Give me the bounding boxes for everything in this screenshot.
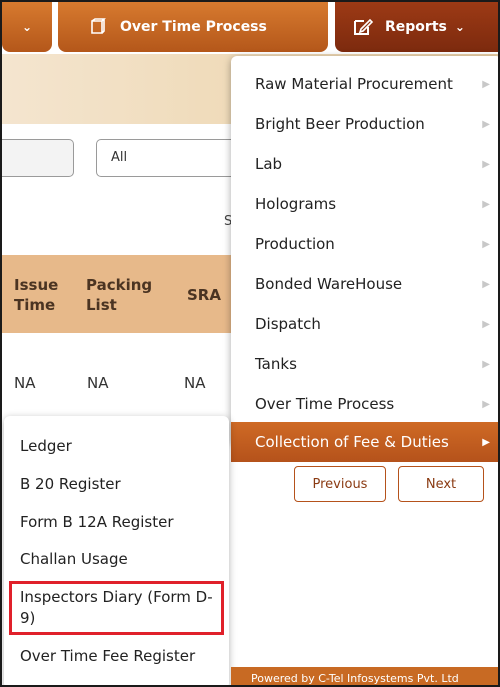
menu-item-label: Over Time Process <box>255 395 395 413</box>
chevron-right-icon: ▶ <box>482 198 490 210</box>
chevron-right-icon: ▶ <box>482 118 490 130</box>
submenu-item-over-time-fee-register[interactable]: Over Time Fee Register <box>20 646 220 667</box>
chevron-right-icon: ▶ <box>482 318 490 330</box>
menu-item-label: Lab <box>255 155 283 173</box>
chevron-down-icon: ⌄ <box>21 20 33 34</box>
menu-item-tanks[interactable]: Tanks ▶ <box>231 344 498 384</box>
chevron-down-icon: ⌄ <box>454 20 465 34</box>
filter-input[interactable] <box>2 139 74 177</box>
chevron-right-icon: ▶ <box>482 358 490 370</box>
menu-item-bonded-warehouse[interactable]: Bonded WareHouse ▶ <box>231 264 498 304</box>
submenu-item-b20-register[interactable]: B 20 Register <box>20 474 220 495</box>
table-cell: NA <box>184 374 206 392</box>
menu-item-label: Raw Material Procurement <box>255 75 453 93</box>
menu-item-production[interactable]: Production ▶ <box>231 224 498 264</box>
reports-label: Reports <box>385 19 447 35</box>
menu-item-collection-of-fee-duties[interactable]: Collection of Fee & Duties ▶ <box>231 422 498 462</box>
menu-item-label: Bonded WareHouse <box>255 275 403 293</box>
column-header-packing-list: Packing List <box>86 276 153 314</box>
collection-fee-submenu: Ledger B 20 Register Form B 12A Register… <box>4 416 229 685</box>
menu-item-dispatch[interactable]: Dispatch ▶ <box>231 304 498 344</box>
cube-icon <box>88 18 108 36</box>
column-header-issue-time: Issue Time <box>14 276 59 314</box>
previous-button[interactable]: Previous <box>294 466 386 502</box>
submenu-item-inspectors-diary[interactable]: Inspectors Diary (Form D-9) <box>9 581 224 635</box>
submenu-item-challan-usage[interactable]: Challan Usage <box>20 549 220 570</box>
menu-item-bright-beer-production[interactable]: Bright Beer Production ▶ <box>231 104 498 144</box>
chevron-right-icon: ▶ <box>482 398 490 410</box>
chevron-right-icon: ▶ <box>482 238 490 250</box>
status-select[interactable]: All <box>96 139 246 177</box>
footer: Powered by C-Tel Infosystems Pvt. Ltd <box>231 667 498 685</box>
column-header-sra: SRA <box>187 286 221 304</box>
menu-item-label: Dispatch <box>255 315 321 333</box>
chevron-right-icon: ▶ <box>482 278 490 290</box>
table-header: Issue Time Packing List SRA <box>2 255 242 333</box>
menu-item-label: Collection of Fee & Duties <box>255 433 449 451</box>
menu-item-label: Production <box>255 235 335 253</box>
chevron-right-icon: ▶ <box>482 78 490 90</box>
next-button[interactable]: Next <box>398 466 484 502</box>
app-frame: ⌄ Over Time Process Reports ⌄ All S Issu… <box>0 0 500 687</box>
chevron-right-icon: ▶ <box>482 158 490 170</box>
submenu-item-ledger[interactable]: Ledger <box>20 436 220 457</box>
edit-report-icon <box>353 18 374 36</box>
overtime-process-nav[interactable]: Over Time Process <box>58 2 328 52</box>
table-cell: NA <box>14 374 36 392</box>
chevron-right-icon: ▶ <box>482 436 490 448</box>
table-cell: NA <box>87 374 109 392</box>
reports-nav[interactable]: Reports ⌄ <box>335 2 498 52</box>
submenu-item-form-b12a-register[interactable]: Form B 12A Register <box>20 512 220 533</box>
menu-item-label: Tanks <box>255 355 297 373</box>
menu-item-holograms[interactable]: Holograms ▶ <box>231 184 498 224</box>
overtime-process-label: Over Time Process <box>120 19 267 35</box>
nav-dropdown-button[interactable]: ⌄ <box>2 2 52 52</box>
menu-item-label: Holograms <box>255 195 337 213</box>
menu-item-label: Bright Beer Production <box>255 115 425 133</box>
menu-item-over-time-process[interactable]: Over Time Process ▶ <box>231 384 498 424</box>
menu-item-raw-material-procurement[interactable]: Raw Material Procurement ▶ <box>231 64 498 104</box>
top-nav: ⌄ Over Time Process Reports ⌄ <box>2 2 498 54</box>
reports-dropdown-menu: Raw Material Procurement ▶ Bright Beer P… <box>231 56 498 462</box>
menu-item-lab[interactable]: Lab ▶ <box>231 144 498 184</box>
